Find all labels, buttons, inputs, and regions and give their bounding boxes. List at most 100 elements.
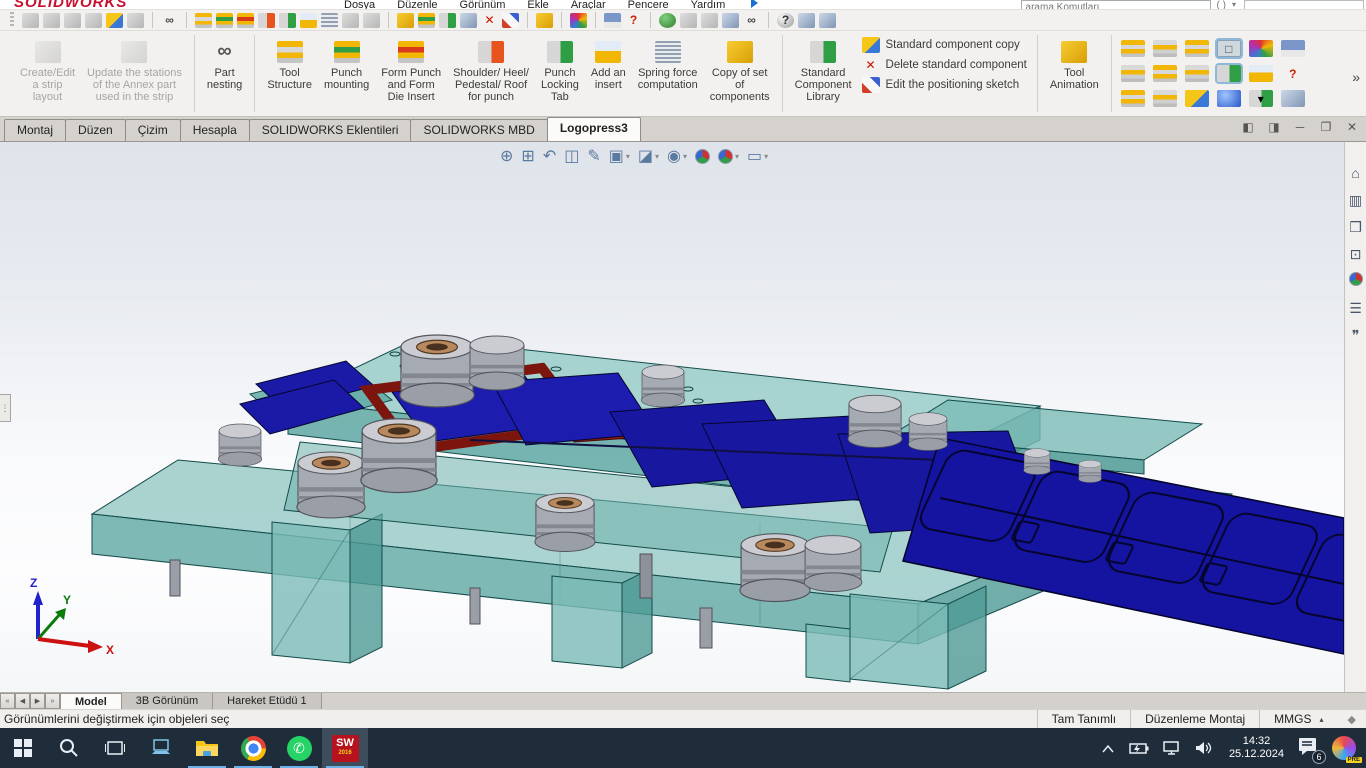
minimize-window-icon[interactable]: ─ <box>1292 120 1308 134</box>
spring-force-button[interactable]: Spring force computation <box>632 35 704 94</box>
die-set-bottom-icon[interactable] <box>1185 40 1209 57</box>
window-sparkle-icon[interactable] <box>722 13 739 28</box>
dropdown-arrow[interactable]: ▾ <box>655 152 659 161</box>
ribbon-overflow-button[interactable]: » <box>1352 69 1360 85</box>
add-insert-icon[interactable] <box>300 13 317 28</box>
component-copy-hands-icon[interactable] <box>397 13 414 28</box>
tab-motion-study[interactable]: Hareket Etüdü 1 <box>213 693 322 709</box>
command-search-input[interactable] <box>1021 0 1211 10</box>
taskbar-search-button[interactable] <box>46 728 92 768</box>
dropdown-arrow[interactable]: ▾ <box>764 152 768 161</box>
delete-standard-component-button[interactable]: ✕ Delete standard component <box>862 57 1027 73</box>
tab-sw-eklentileri[interactable]: SOLIDWORKS Eklentileri <box>249 119 412 141</box>
punch-locking-tab-button[interactable]: Punch Locking Tab <box>535 35 585 106</box>
shoulder-heel-button[interactable]: Shoulder/ Heel/ Pedestal/ Roof for punch <box>447 35 535 106</box>
die-set-mid-icon[interactable] <box>1153 40 1177 57</box>
appearances-icon[interactable] <box>1347 272 1365 290</box>
save-strip-icon[interactable] <box>604 13 621 28</box>
tab-hesapla[interactable]: Hesapla <box>180 119 250 141</box>
form-punch-die-insert-icon[interactable] <box>237 13 254 28</box>
menu-ekle[interactable]: Ekle <box>527 0 548 10</box>
color-grid-icon[interactable] <box>1249 40 1273 57</box>
positioning-sketch-icon[interactable] <box>502 13 519 28</box>
menu-araclar[interactable]: Araçlar <box>571 0 606 10</box>
edit-appearance-icon[interactable] <box>695 149 710 164</box>
dropdown-arrow[interactable]: ▾ <box>683 152 687 161</box>
die-stack-b-icon[interactable] <box>1153 90 1177 107</box>
color-palette-icon[interactable] <box>570 13 587 28</box>
tool-animation-icon[interactable] <box>536 13 553 28</box>
volume-icon[interactable] <box>1195 741 1215 755</box>
tab-duzen[interactable]: Düzen <box>65 119 126 141</box>
chrome-button[interactable] <box>230 728 276 768</box>
last-tab-icon[interactable]: » <box>45 693 60 709</box>
view-cube-icon[interactable]: □ <box>1217 40 1241 57</box>
tab-3d-view[interactable]: 3B Görünüm <box>122 693 213 709</box>
apply-scene-icon[interactable]: ▾ <box>718 149 739 164</box>
die-plate-mid-icon[interactable] <box>1153 65 1177 82</box>
copilot-preview-icon[interactable]: PRE <box>1332 736 1356 760</box>
eco-ball-icon[interactable] <box>659 13 676 28</box>
zoom-to-fit-icon[interactable]: ⊕ <box>500 146 513 166</box>
export-chain-icon[interactable]: ∞ <box>743 13 760 28</box>
pane-right-icon[interactable]: ◨ <box>1266 120 1282 134</box>
action-center-button[interactable]: 6 <box>1298 737 1318 760</box>
tab-logopress3[interactable]: Logopress3 <box>547 117 641 141</box>
punch-gold-icon[interactable] <box>1249 65 1273 82</box>
add-insert-button[interactable]: Add an insert <box>585 35 632 94</box>
view-palette-icon[interactable]: ⊡ <box>1347 245 1365 263</box>
hide-show-items-icon[interactable]: ◉▾ <box>667 146 687 166</box>
tool-structure-icon[interactable] <box>195 13 212 28</box>
whatsapp-button[interactable]: ✆ <box>276 728 322 768</box>
question-list-icon[interactable]: ? <box>1281 65 1305 82</box>
help-icon[interactable]: ? <box>777 13 794 28</box>
form-punch-button[interactable]: Form Punch and Form Die Insert <box>375 35 447 106</box>
punch-mounting-icon[interactable] <box>216 13 233 28</box>
die-assembly-model[interactable]: Z Y X <box>0 142 1344 692</box>
tool-animation-button[interactable]: Tool Animation <box>1044 35 1105 94</box>
punch-mounting-button[interactable]: Punch mounting <box>318 35 375 94</box>
task-view-button[interactable] <box>92 728 138 768</box>
tags-icon[interactable]: ◆ <box>1338 713 1366 726</box>
rotate-component-icon[interactable] <box>106 13 123 28</box>
file-explorer-icon[interactable]: ❒ <box>1347 218 1365 236</box>
redline-icon[interactable]: ? <box>625 13 642 28</box>
menu-yardim[interactable]: Yardım <box>691 0 726 10</box>
toolbar-grip[interactable] <box>10 12 14 28</box>
graphics-area[interactable]: ⊕⊞↶◫✎▣▾◪▾◉▾▾▭▾ ⋮ <box>0 142 1366 692</box>
close-window-icon[interactable]: ✕ <box>1344 120 1360 134</box>
battery-icon[interactable] <box>1129 742 1149 754</box>
home-icon[interactable]: ⌂ <box>1347 164 1365 182</box>
tab-cizim[interactable]: Çizim <box>125 119 181 141</box>
die-plate-bottom-icon[interactable] <box>1185 65 1209 82</box>
view-orientation-icon[interactable]: ▣▾ <box>609 146 630 166</box>
die-set-top-icon[interactable] <box>1121 40 1145 57</box>
next-tab-icon[interactable]: ▶ <box>30 693 45 709</box>
part-nesting-icon[interactable]: ∞ <box>161 13 178 28</box>
globe-icon[interactable] <box>1217 90 1241 107</box>
dropdown-arrow[interactable]: ▾ <box>735 152 739 161</box>
die-plate-top-icon[interactable] <box>1121 65 1145 82</box>
forum-icon[interactable]: ❞ <box>1347 326 1365 344</box>
first-tab-icon[interactable]: « <box>0 693 15 709</box>
solidworks-taskbar-button[interactable]: SW2016 <box>322 728 368 768</box>
units-selector[interactable]: MMGS ▴ <box>1259 710 1337 728</box>
section-view-icon[interactable]: ◫ <box>564 146 579 166</box>
search-dropdown-icon[interactable]: ▾ <box>1232 0 1236 9</box>
prev-tab-icon[interactable]: ◀ <box>15 693 30 709</box>
tab-sw-mbd[interactable]: SOLIDWORKS MBD <box>410 119 547 141</box>
window-check-icon[interactable] <box>819 13 836 28</box>
design-library-icon[interactable]: ▥ <box>1347 191 1365 209</box>
user-edit-icon[interactable] <box>798 13 815 28</box>
punch-locking-tab-icon[interactable] <box>279 13 296 28</box>
edit-punch-sketch-icon[interactable] <box>1217 65 1241 82</box>
restore-window-icon[interactable]: ❐ <box>1318 120 1334 134</box>
standard-component-library-button[interactable]: Standard Component Library <box>789 35 858 106</box>
file-explorer-button[interactable] <box>184 728 230 768</box>
spring-force-icon[interactable] <box>321 13 338 28</box>
custom-properties-icon[interactable]: ☰ <box>1347 299 1365 317</box>
paint-hammer-icon[interactable] <box>1185 90 1209 107</box>
zoom-to-area-icon[interactable]: ⊞ <box>521 146 534 166</box>
annotation-views-icon[interactable]: ✎ <box>587 146 600 166</box>
display-style-icon[interactable]: ◪▾ <box>638 146 659 166</box>
